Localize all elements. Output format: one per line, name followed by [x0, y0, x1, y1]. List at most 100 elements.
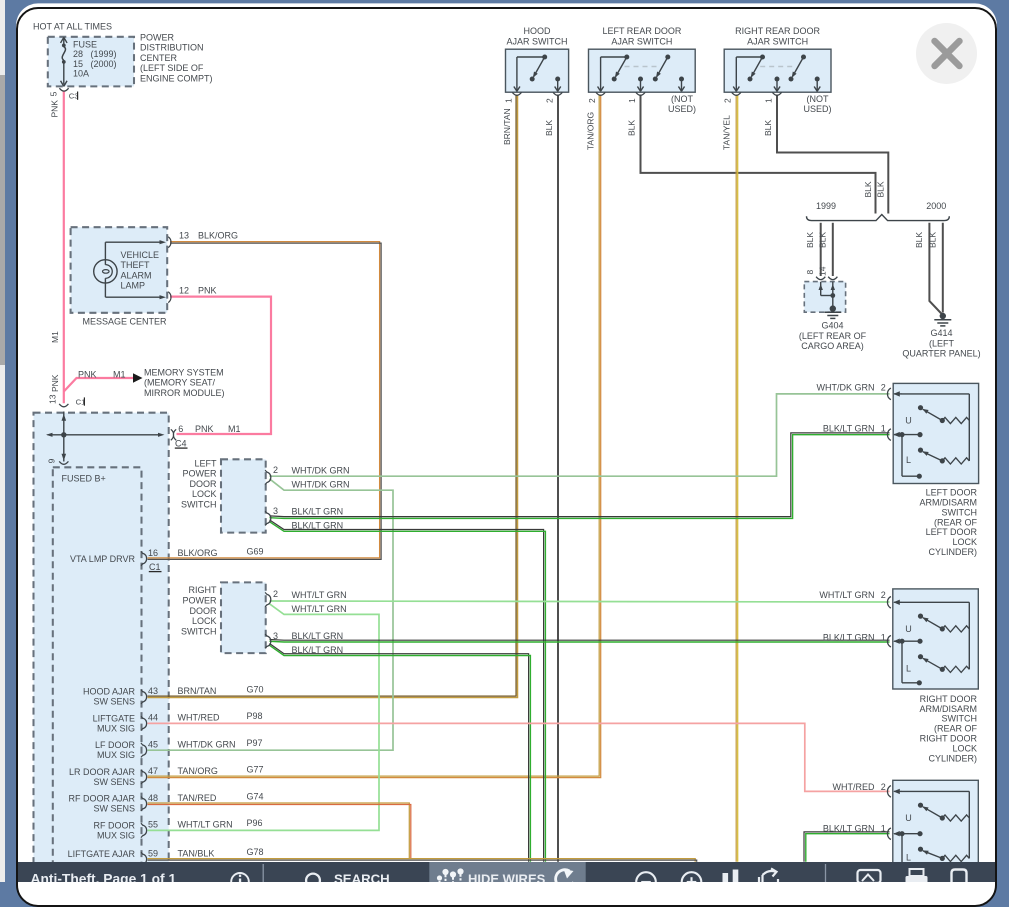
svg-text:3: 3 [273, 506, 278, 516]
svg-text:AJAR SWITCH: AJAR SWITCH [506, 36, 567, 46]
svg-text:DOOR: DOOR [190, 606, 218, 616]
svg-text:BLK: BLK [914, 232, 924, 248]
svg-text:BLK/LT GRN: BLK/LT GRN [823, 823, 875, 833]
svg-text:HOOD AJAR: HOOD AJAR [83, 687, 136, 697]
svg-text:WHT/DK GRN: WHT/DK GRN [292, 479, 350, 489]
svg-text:M1: M1 [228, 424, 241, 434]
svg-text:2: 2 [273, 589, 278, 599]
svg-text:1: 1 [764, 98, 774, 103]
svg-text:MUX SIG: MUX SIG [97, 830, 135, 840]
svg-text:SWITCH: SWITCH [181, 500, 217, 510]
svg-text:G77: G77 [247, 765, 264, 775]
svg-text:6: 6 [178, 424, 183, 434]
svg-text:LIFTGATE AJAR: LIFTGATE AJAR [68, 849, 136, 859]
svg-text:5: 5 [49, 91, 59, 96]
svg-text:12: 12 [179, 286, 189, 296]
svg-text:G414: G414 [930, 328, 952, 338]
svg-text:WHT/DK GRN: WHT/DK GRN [817, 382, 875, 392]
svg-text:RIGHT: RIGHT [189, 585, 218, 595]
svg-text:HOOD: HOOD [524, 26, 552, 36]
svg-text:BLK/ORG: BLK/ORG [198, 231, 238, 241]
svg-text:Anti-Theft, Page 1 of 1: Anti-Theft, Page 1 of 1 [31, 872, 177, 883]
svg-text:TAN/YEL: TAN/YEL [722, 115, 732, 150]
svg-text:WHT/LT GRN: WHT/LT GRN [178, 820, 233, 830]
svg-text:43: 43 [148, 686, 158, 696]
svg-text:TAN/BLK: TAN/BLK [178, 849, 215, 859]
svg-text:TAN/ORG: TAN/ORG [586, 112, 596, 150]
svg-text:DOOR: DOOR [190, 479, 218, 489]
svg-text:AJAR SWITCH: AJAR SWITCH [611, 36, 672, 46]
svg-text:CYLINDER): CYLINDER) [928, 547, 977, 557]
svg-text:U: U [905, 624, 912, 634]
svg-text:3: 3 [273, 631, 278, 641]
svg-text:THEFT: THEFT [121, 260, 150, 270]
svg-text:45: 45 [148, 739, 158, 749]
svg-text:2: 2 [545, 98, 555, 103]
svg-text:SEARCH: SEARCH [334, 872, 390, 883]
svg-text:16: 16 [148, 548, 158, 558]
svg-text:LEFT: LEFT [194, 458, 217, 468]
svg-text:WHT/RED: WHT/RED [178, 713, 220, 723]
svg-text:G70: G70 [247, 685, 264, 695]
svg-text:BLK: BLK [863, 181, 873, 197]
svg-text:ARM/DISARM: ARM/DISARM [919, 704, 977, 714]
svg-text:AJAR SWITCH: AJAR SWITCH [747, 36, 808, 46]
svg-text:BLK/LT GRN: BLK/LT GRN [292, 506, 344, 516]
svg-text:CYLINDER): CYLINDER) [928, 753, 977, 763]
svg-text:14: 14 [817, 266, 827, 276]
svg-text:15: 15 [73, 59, 83, 69]
svg-text:9: 9 [47, 458, 57, 463]
svg-text:(2000): (2000) [91, 59, 117, 69]
svg-text:USED): USED) [668, 104, 696, 114]
svg-text:G74: G74 [247, 791, 264, 801]
svg-text:SWITCH: SWITCH [942, 714, 978, 724]
svg-text:(LEFT SIDE OF: (LEFT SIDE OF [140, 63, 204, 73]
svg-text:CENTER: CENTER [140, 53, 178, 63]
svg-text:POWER: POWER [182, 596, 217, 606]
svg-text:PNK: PNK [195, 424, 214, 434]
svg-text:U: U [905, 415, 912, 425]
svg-text:2000: 2000 [926, 201, 946, 211]
svg-text:G69: G69 [247, 546, 264, 556]
svg-text:BLK: BLK [805, 232, 815, 248]
svg-text:BLK: BLK [817, 232, 827, 248]
svg-text:LOCK: LOCK [192, 489, 217, 499]
svg-text:WHT/LT GRN: WHT/LT GRN [292, 590, 347, 600]
svg-text:BLK/LT GRN: BLK/LT GRN [292, 645, 344, 655]
svg-text:10A: 10A [73, 69, 89, 79]
svg-text:59: 59 [148, 849, 158, 859]
svg-text:2: 2 [881, 590, 886, 600]
svg-text:LOCK: LOCK [192, 616, 217, 626]
svg-text:LAMP: LAMP [121, 281, 146, 291]
svg-text:BRN/TAN: BRN/TAN [178, 686, 217, 696]
svg-text:(MEMORY SEAT/: (MEMORY SEAT/ [144, 378, 216, 388]
svg-text:SW SENS: SW SENS [93, 697, 135, 707]
svg-text:PNK: PNK [50, 100, 60, 118]
svg-text:2: 2 [881, 382, 886, 392]
svg-text:POWER: POWER [182, 469, 217, 479]
svg-text:ALARM: ALARM [121, 270, 152, 280]
svg-text:PNK: PNK [50, 374, 60, 392]
svg-text:47: 47 [148, 766, 158, 776]
svg-text:28: 28 [73, 49, 83, 59]
svg-text:1999: 1999 [816, 201, 836, 211]
svg-text:LEFT DOOR: LEFT DOOR [926, 527, 978, 537]
svg-text:DISTRIBUTION: DISTRIBUTION [140, 43, 204, 53]
svg-text:FUSED B+: FUSED B+ [62, 474, 106, 484]
svg-text:1: 1 [881, 633, 886, 643]
svg-text:48: 48 [148, 793, 158, 803]
svg-text:POWER: POWER [140, 33, 175, 43]
svg-text:BLK: BLK [627, 120, 637, 136]
svg-text:P98: P98 [247, 711, 263, 721]
svg-text:WHT/LT GRN: WHT/LT GRN [292, 604, 347, 614]
svg-text:SW SENS: SW SENS [93, 777, 135, 787]
svg-text:MUX SIG: MUX SIG [97, 723, 135, 733]
svg-text:LEFT DOOR: LEFT DOOR [926, 488, 978, 498]
svg-text:FUSE: FUSE [73, 40, 97, 50]
svg-text:LIFTGATE: LIFTGATE [93, 713, 135, 723]
svg-text:RF DOOR AJAR: RF DOOR AJAR [68, 794, 135, 804]
svg-text:BLK/LT GRN: BLK/LT GRN [292, 521, 344, 531]
svg-text:WHT/DK GRN: WHT/DK GRN [178, 739, 236, 749]
svg-text:LOCK: LOCK [952, 743, 977, 753]
svg-text:2: 2 [723, 98, 733, 103]
